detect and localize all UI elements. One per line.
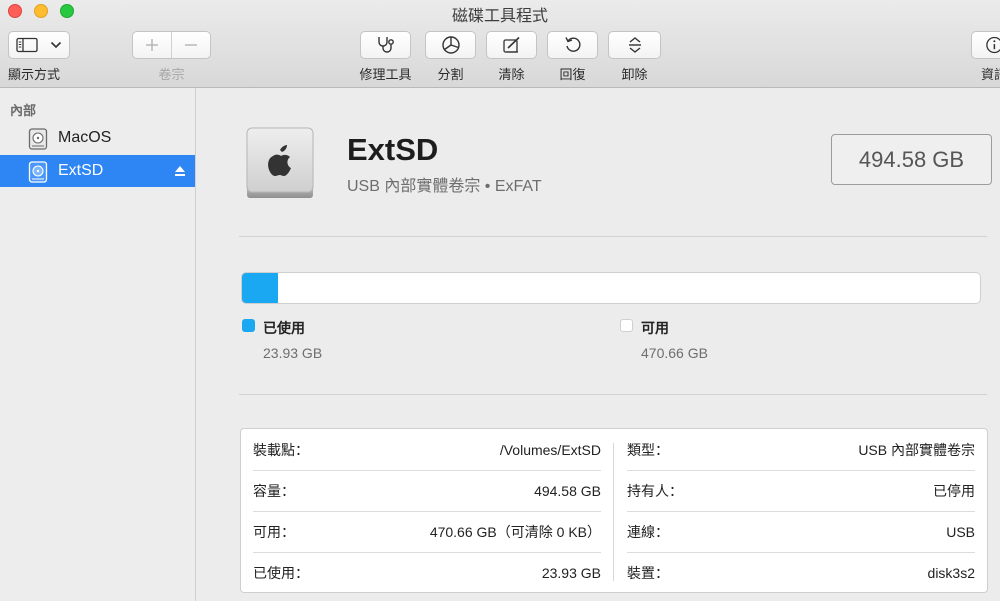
info-row-capacity: 容量： 494.58 GB	[241, 470, 613, 511]
sidebar-item-label: MacOS	[58, 129, 112, 146]
eject-icon[interactable]	[174, 164, 186, 182]
plus-icon	[146, 39, 158, 51]
info-icon	[986, 36, 1000, 54]
hard-drive-icon	[28, 161, 48, 188]
info-key: 可用：	[253, 523, 295, 540]
info-value: disk3s2	[927, 564, 975, 581]
first-aid-button[interactable]	[360, 31, 411, 59]
sidebar-item-extsd[interactable]: ExtSD	[0, 155, 195, 187]
volume-size-badge: 494.58 GB	[831, 134, 992, 185]
unmount-label: 卸除	[621, 67, 648, 82]
volume-detail-pane: ExtSD USB 內部實體卷宗 • ExFAT 494.58 GB 已使用 2…	[197, 88, 1000, 601]
restore-button[interactable]	[547, 31, 598, 59]
info-key: 已使用：	[253, 564, 309, 581]
stethoscope-icon	[377, 37, 394, 53]
volume-subtitle: USB 內部實體卷宗 • ExFAT	[347, 178, 542, 195]
info-key: 持有人：	[627, 482, 683, 499]
info-value: 23.93 GB	[541, 564, 601, 581]
info-column-left: 裝載點： /Volumes/ExtSD 容量： 494.58 GB 可用： 47…	[241, 429, 613, 592]
sidebar-section-internal: 內部	[10, 103, 37, 118]
divider	[239, 394, 987, 395]
free-legend-label: 可用	[641, 320, 669, 336]
minus-icon	[185, 44, 197, 46]
usage-bar	[241, 272, 981, 304]
chevron-down-icon	[50, 41, 62, 49]
info-row-used: 已使用： 23.93 GB	[241, 552, 613, 593]
add-volume-button[interactable]	[133, 37, 171, 53]
used-legend-label: 已使用	[263, 320, 305, 336]
info-label: 資訊	[981, 67, 1000, 82]
info-value: 已停用	[933, 482, 975, 499]
partition-label: 分割	[437, 67, 464, 82]
pie-chart-icon	[441, 36, 460, 54]
info-value: /Volumes/ExtSD	[499, 441, 601, 458]
info-key: 裝置：	[627, 564, 669, 581]
sidebar-icon	[16, 37, 38, 53]
info-value: USB	[946, 523, 975, 540]
restore-icon	[564, 37, 581, 52]
volume-button-group	[132, 31, 211, 59]
info-row-device: 裝置： disk3s2	[615, 552, 987, 593]
info-row-owners: 持有人： 已停用	[615, 470, 987, 511]
info-key: 裝載點：	[253, 441, 309, 458]
used-legend-swatch	[242, 319, 255, 332]
sidebar-item-label: ExtSD	[58, 162, 104, 179]
view-label: 顯示方式	[8, 67, 61, 82]
info-key: 類型：	[627, 441, 669, 458]
info-value: 470.66 GB（可清除 0 KB）	[429, 523, 601, 540]
restore-label: 回復	[559, 67, 586, 82]
first-aid-label: 修理工具	[359, 67, 412, 82]
column-divider	[613, 443, 614, 581]
erase-icon	[502, 36, 520, 53]
info-row-mount-point: 裝載點： /Volumes/ExtSD	[241, 429, 613, 470]
unmount-button[interactable]	[608, 31, 661, 59]
hard-drive-icon	[28, 128, 48, 155]
info-row-type: 類型： USB 內部實體卷宗	[615, 429, 987, 470]
erase-label: 清除	[498, 67, 525, 82]
free-legend-swatch	[620, 319, 633, 332]
info-value: 494.58 GB	[534, 482, 601, 499]
info-key: 容量：	[253, 482, 295, 499]
sidebar-item-macos[interactable]: MacOS	[0, 122, 195, 154]
volume-info-table: 裝載點： /Volumes/ExtSD 容量： 494.58 GB 可用： 47…	[240, 428, 988, 593]
usage-bar-used-fill	[242, 273, 278, 303]
remove-volume-button[interactable]	[172, 37, 210, 53]
divider	[239, 236, 987, 237]
external-drive-icon	[245, 126, 315, 205]
info-value: USB 內部實體卷宗	[858, 441, 975, 458]
partition-button[interactable]	[425, 31, 476, 59]
volume-name: ExtSD	[347, 132, 439, 167]
sidebar: 內部 MacOS ExtSD	[0, 88, 196, 601]
unmount-icon	[628, 37, 641, 53]
toolbar: 磁碟工具程式 顯示方式 卷宗 修理工具 分割 清除 回復 卸除 資	[0, 0, 1000, 88]
volume-label: 卷宗	[158, 67, 185, 82]
view-button[interactable]	[8, 31, 70, 59]
used-legend-value: 23.93 GB	[263, 345, 323, 361]
free-legend-value: 470.66 GB	[641, 345, 708, 361]
info-row-available: 可用： 470.66 GB（可清除 0 KB）	[241, 511, 613, 552]
info-button[interactable]	[971, 31, 1000, 59]
info-column-right: 類型： USB 內部實體卷宗 持有人： 已停用 連線： USB 裝置： disk…	[615, 429, 987, 592]
info-key: 連線：	[627, 523, 669, 540]
window-title: 磁碟工具程式	[451, 8, 548, 25]
info-row-connection: 連線： USB	[615, 511, 987, 552]
erase-button[interactable]	[486, 31, 537, 59]
